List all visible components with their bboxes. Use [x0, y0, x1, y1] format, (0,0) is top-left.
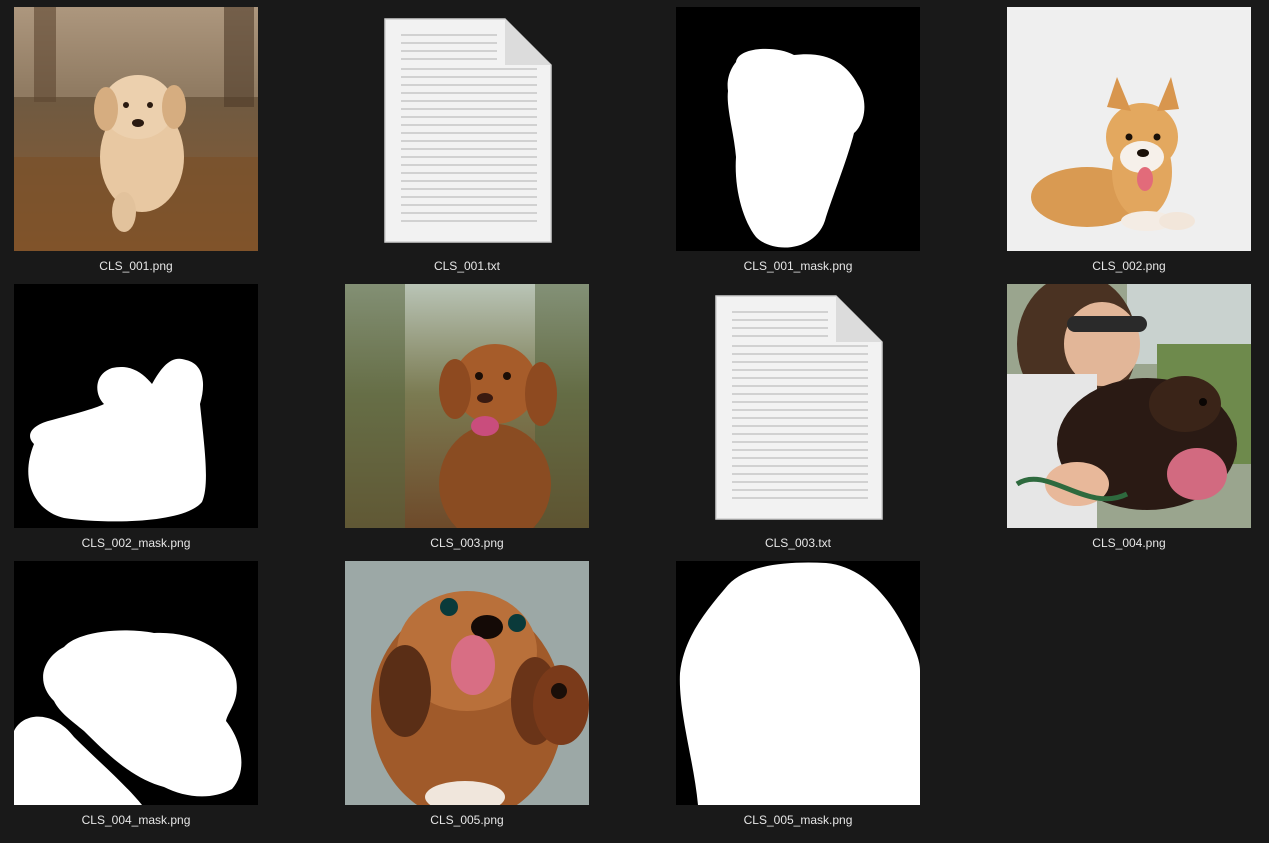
file-item-cls-001-mask-png[interactable]: CLS_001_mask.png	[641, 0, 941, 273]
file-item-cls-005-mask-png[interactable]: CLS_005_mask.png	[641, 554, 941, 827]
shih-tzu-photo	[345, 561, 589, 805]
file-name: CLS_005_mask.png	[743, 813, 853, 827]
file-name: CLS_001.png	[99, 259, 173, 273]
file-name: CLS_002.png	[1092, 259, 1166, 273]
file-name: CLS_002_mask.png	[81, 536, 191, 550]
file-item-cls-002-mask-png[interactable]: CLS_002_mask.png	[0, 277, 279, 550]
file-item-cls-003-png[interactable]: CLS_003.png	[310, 277, 610, 550]
file-name: CLS_003.txt	[764, 536, 832, 550]
file-name: CLS_004.png	[1092, 536, 1166, 550]
file-item-cls-003-txt[interactable]: CLS_003.txt	[641, 277, 941, 550]
brown-dog-photo	[345, 284, 589, 528]
file-item-cls-005-png[interactable]: CLS_005.png	[310, 554, 610, 827]
file-name: CLS_001.txt	[433, 259, 501, 273]
file-grid: CLS_001.png CLS_001.txt CLS_001_mask.png…	[0, 0, 1269, 843]
woman-with-black-dog-photo	[1007, 284, 1251, 528]
mask-image-icon	[14, 561, 258, 805]
file-item-cls-004-mask-png[interactable]: CLS_004_mask.png	[0, 554, 279, 827]
file-item-cls-002-png[interactable]: CLS_002.png	[972, 0, 1269, 273]
mask-image-icon	[676, 561, 920, 805]
file-name: CLS_001_mask.png	[743, 259, 853, 273]
mask-image-icon	[14, 284, 258, 528]
corgi-photo	[1007, 7, 1251, 251]
file-item-cls-004-png[interactable]: CLS_004.png	[972, 277, 1269, 550]
file-item-cls-001-png[interactable]: CLS_001.png	[0, 0, 279, 273]
text-document-icon	[345, 7, 589, 251]
file-name: CLS_003.png	[430, 536, 504, 550]
file-item-cls-001-txt[interactable]: CLS_001.txt	[310, 0, 610, 273]
file-name: CLS_005.png	[430, 813, 504, 827]
text-document-icon	[676, 284, 920, 528]
mask-image-icon	[676, 7, 920, 251]
file-name: CLS_004_mask.png	[81, 813, 191, 827]
golden-retriever-puppy-photo	[14, 7, 258, 251]
